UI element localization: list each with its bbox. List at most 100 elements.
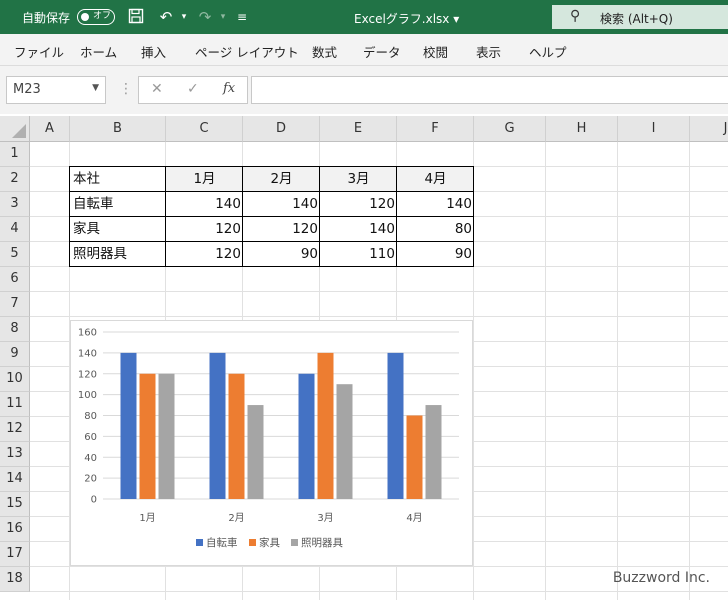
col-header-B[interactable]: B (70, 116, 166, 142)
col-header-H[interactable]: H (546, 116, 618, 142)
customize-toolbar-icon[interactable]: ≡ (233, 8, 251, 26)
bar-照明器具-2月 (247, 405, 264, 499)
cell-D4[interactable]: 120 (243, 217, 320, 242)
y-tick-label: 20 (84, 474, 97, 485)
cell-C2[interactable]: 1月 (166, 167, 243, 192)
y-tick-label: 80 (84, 411, 97, 422)
cell-E2[interactable]: 3月 (320, 167, 397, 192)
row-header-18[interactable]: 18 (0, 567, 30, 592)
redo-icon[interactable]: ↷ (196, 8, 214, 26)
save-icon[interactable] (127, 8, 145, 26)
cell-E4[interactable]: 140 (320, 217, 397, 242)
bar-家具-1月 (139, 373, 156, 499)
row-header-9[interactable]: 9 (0, 342, 30, 367)
cell-C5[interactable]: 120 (166, 242, 243, 267)
row-header-16[interactable]: 16 (0, 517, 30, 542)
row-header-3[interactable]: 3 (0, 192, 30, 217)
table-border (69, 191, 474, 192)
select-all-corner[interactable] (0, 116, 30, 142)
tab-insert[interactable]: 挿入 (141, 42, 166, 61)
table-border (69, 166, 70, 267)
row-header-6[interactable]: 6 (0, 267, 30, 292)
redo-dropdown-icon[interactable]: ▾ (214, 8, 232, 26)
file-title[interactable]: Excelグラフ.xlsx ▾ (354, 10, 459, 27)
row-header-13[interactable]: 13 (0, 442, 30, 467)
cell-F2[interactable]: 4月 (397, 167, 474, 192)
legend-swatch (291, 539, 298, 546)
chevron-down-icon[interactable]: ▼ (92, 83, 99, 93)
y-tick-label: 60 (84, 432, 97, 443)
cell-E5[interactable]: 110 (320, 242, 397, 267)
x-tick-label: 4月 (406, 512, 422, 524)
undo-dropdown-icon[interactable]: ▾ (175, 8, 193, 26)
tab-help[interactable]: ヘルプ (529, 42, 567, 61)
y-tick-label: 100 (78, 390, 97, 401)
insert-function-icon[interactable]: fx (223, 81, 235, 96)
col-header-C[interactable]: C (166, 116, 243, 142)
x-tick-label: 3月 (317, 512, 333, 524)
toggle-knob (81, 12, 89, 21)
cell-B4[interactable]: 家具 (70, 217, 166, 242)
autosave-toggle[interactable]: オフ (77, 9, 115, 25)
cancel-icon[interactable]: ✕ (151, 81, 163, 97)
cell-D2[interactable]: 2月 (243, 167, 320, 192)
cell-D3[interactable]: 140 (243, 192, 320, 217)
col-header-D[interactable]: D (243, 116, 320, 142)
row-header-8[interactable]: 8 (0, 317, 30, 342)
col-header-G[interactable]: G (474, 116, 546, 142)
tab-page-layout[interactable]: ページ レイアウト (195, 42, 299, 61)
row-header-10[interactable]: 10 (0, 367, 30, 392)
y-tick-label: 160 (78, 328, 97, 339)
col-header-J[interactable]: J (690, 116, 728, 142)
cell-F3[interactable]: 140 (397, 192, 474, 217)
table-border (69, 266, 474, 267)
table-border (242, 166, 243, 267)
row-header-12[interactable]: 12 (0, 417, 30, 442)
cell-B3[interactable]: 自転車 (70, 192, 166, 217)
legend-swatch (196, 539, 203, 546)
row-header-1[interactable]: 1 (0, 142, 30, 167)
tab-data[interactable]: データ (363, 42, 401, 61)
cell-D5[interactable]: 90 (243, 242, 320, 267)
row-header-4[interactable]: 4 (0, 217, 30, 242)
cell-B2[interactable]: 本社 (70, 167, 166, 192)
name-box[interactable]: M23 ▼ (6, 76, 106, 104)
col-header-A[interactable]: A (30, 116, 70, 142)
col-header-I[interactable]: I (618, 116, 690, 142)
gridline (30, 291, 728, 292)
enter-icon[interactable]: ✓ (187, 81, 199, 97)
row-header-11[interactable]: 11 (0, 392, 30, 417)
row-header-17[interactable]: 17 (0, 542, 30, 567)
bar-chart[interactable]: 0 20 40 60 80 100 120 140 160 1月 2月 3月 4月 自転車 家具 照明器具 (70, 320, 473, 566)
bar-照明器具-4月 (425, 405, 442, 499)
tab-formulas[interactable]: 数式 (312, 42, 337, 61)
bar-自転車-4月 (387, 352, 404, 499)
row-header-2[interactable]: 2 (0, 167, 30, 192)
cell-B5[interactable]: 照明器具 (70, 242, 166, 267)
y-tick-label: 0 (91, 495, 97, 506)
col-header-E[interactable]: E (320, 116, 397, 142)
row-header-7[interactable]: 7 (0, 292, 30, 317)
cell-F5[interactable]: 90 (397, 242, 474, 267)
tab-review[interactable]: 校閲 (423, 42, 448, 61)
tab-home[interactable]: ホーム (80, 42, 117, 61)
tab-view[interactable]: 表示 (476, 42, 501, 61)
cell-C3[interactable]: 140 (166, 192, 243, 217)
formula-input[interactable] (251, 76, 728, 104)
y-tick-label: 120 (78, 369, 97, 380)
cell-C4[interactable]: 120 (166, 217, 243, 242)
cell-E3[interactable]: 120 (320, 192, 397, 217)
table-border (165, 166, 166, 267)
col-header-F[interactable]: F (397, 116, 474, 142)
row-header-15[interactable]: 15 (0, 492, 30, 517)
row-header-14[interactable]: 14 (0, 467, 30, 492)
x-tick-label: 2月 (228, 512, 244, 524)
y-tick-label: 40 (84, 453, 97, 464)
row-header-5[interactable]: 5 (0, 242, 30, 267)
legend-swatch (249, 539, 256, 546)
undo-icon[interactable]: ↶ (157, 8, 175, 26)
tab-file[interactable]: ファイル (14, 42, 64, 61)
gridline (30, 591, 728, 592)
search-box[interactable]: ⚲ 検索 (Alt+Q) (552, 5, 728, 29)
cell-F4[interactable]: 80 (397, 217, 474, 242)
